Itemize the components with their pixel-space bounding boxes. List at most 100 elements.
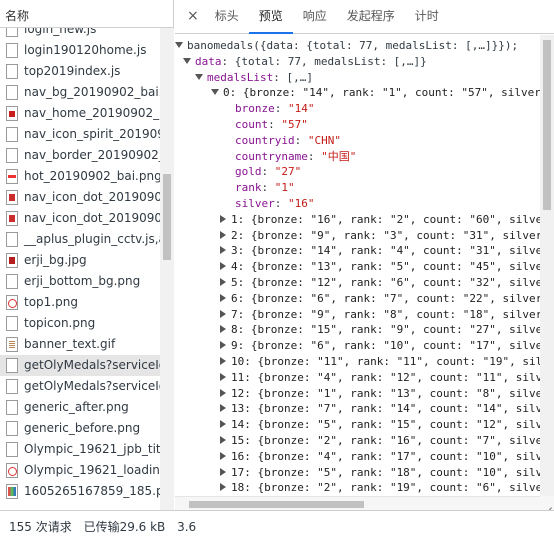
collapse-triangle-icon[interactable]	[220, 388, 226, 397]
tree-data-line[interactable]: data: {total: 77, medalsList: [,…]}	[175, 54, 540, 70]
tree-item-line[interactable]: 6: {bronze: "6", rank: "7", count: "22",…	[175, 291, 540, 307]
request-row[interactable]: hot_20190902_bai.png	[0, 166, 160, 187]
request-list-scrollbar[interactable]	[160, 28, 174, 510]
expand-triangle-icon[interactable]	[183, 57, 191, 64]
item-0-field-bronze[interactable]: bronze: "14"	[175, 101, 540, 117]
preview-vertical-scrollbar[interactable]	[540, 35, 554, 510]
request-row[interactable]: __aplus_plugin_cctv.js,aplus_plugin_aplu…	[0, 229, 160, 250]
item-summary: 15: {bronze: "2", rank: "16", count: "7"…	[231, 433, 540, 447]
collapse-triangle-icon[interactable]	[220, 420, 226, 429]
request-row[interactable]: nav_icon_spirit_20190902_bai.png	[0, 124, 160, 145]
request-row[interactable]: top1.png	[0, 292, 160, 313]
collapse-triangle-icon[interactable]	[220, 451, 226, 460]
request-name: nav_border_20190902_bai.png	[24, 148, 160, 162]
request-row[interactable]: getOlyMedals?serviceId=2022dongaoh5	[0, 355, 160, 376]
request-name: 1605265167859_185.png	[24, 484, 160, 498]
tree-item-line[interactable]: 16: {bronze: "4", rank: "17", count: "10…	[175, 449, 540, 465]
resize-grip-icon[interactable]	[540, 496, 554, 510]
collapse-triangle-icon[interactable]	[220, 483, 226, 492]
request-row[interactable]: generic_after.png	[0, 397, 160, 418]
request-row[interactable]: nav_icon_dot_20190902_bai.png	[0, 187, 160, 208]
request-row[interactable]: banner_text.gif	[0, 334, 160, 355]
request-row[interactable]: nav_icon_dot_20190902_bai.png	[0, 208, 160, 229]
collapse-triangle-icon[interactable]	[220, 404, 226, 413]
request-row[interactable]: Olympic_19621_jpb_title.png	[0, 439, 160, 460]
tab-timing[interactable]: 计时	[405, 0, 449, 33]
tree-item-0-line[interactable]: 0: {bronze: "14", rank: "1", count: "57"…	[175, 85, 540, 101]
collapse-triangle-icon[interactable]	[220, 262, 226, 271]
tab-preview[interactable]: 预览	[248, 0, 293, 34]
field-value: "1"	[274, 181, 295, 195]
field-separator: :	[274, 102, 288, 116]
tree-item-line[interactable]: 5: {bronze: "12", rank: "6", count: "32"…	[175, 275, 540, 291]
tab-headers[interactable]: 标头	[205, 0, 249, 33]
request-row[interactable]: login_new.js	[0, 28, 160, 40]
item-0-summary: 0: {bronze: "14", rank: "1", count: "57"…	[223, 86, 540, 100]
tree-item-line[interactable]: 1: {bronze: "16", rank: "2", count: "60"…	[175, 212, 540, 228]
tree-item-line[interactable]: 14: {bronze: "5", rank: "15", count: "12…	[175, 417, 540, 433]
preview-horizontal-scrollbar-thumb[interactable]	[189, 501, 364, 508]
request-row[interactable]: Olympic_19621_loading.png	[0, 460, 160, 481]
tree-item-line[interactable]: 18: {bronze: "2", rank: "19", count: "6"…	[175, 480, 540, 496]
collapse-triangle-icon[interactable]	[220, 341, 226, 350]
name-column-header[interactable]: 名称	[0, 0, 173, 28]
field-separator: :	[274, 196, 288, 210]
tree-root-line[interactable]: banomedals({data: {total: 77, medalsList…	[175, 38, 540, 54]
request-row[interactable]: top2019index.js	[0, 61, 160, 82]
request-row[interactable]: topicon.png	[0, 313, 160, 334]
item-0-field-countryname[interactable]: countryname: "中国"	[175, 149, 540, 165]
collapse-triangle-icon[interactable]	[220, 356, 226, 365]
close-icon[interactable]: ×	[181, 0, 205, 33]
request-row[interactable]: generic_before.png	[0, 418, 160, 439]
tree-item-line[interactable]: 17: {bronze: "5", rank: "18", count: "10…	[175, 465, 540, 481]
request-row[interactable]: nav_border_20190902_bai.png	[0, 145, 160, 166]
item-0-field-countryid[interactable]: countryid: "CHN"	[175, 133, 540, 149]
request-name: __aplus_plugin_cctv.js,aplus_plugin_aplu…	[24, 232, 160, 246]
request-row[interactable]: getOlyMedals?serviceId=2022dongaoh5	[0, 376, 160, 397]
tree-item-line[interactable]: 12: {bronze: "1", rank: "13", count: "8"…	[175, 386, 540, 402]
tree-item-line[interactable]: 7: {bronze: "9", rank: "8", count: "18",…	[175, 307, 540, 323]
request-row[interactable]: erji_bg.jpg	[0, 250, 160, 271]
collapse-triangle-icon[interactable]	[220, 435, 226, 444]
preview-vertical-scrollbar-thumb[interactable]	[543, 40, 551, 210]
item-0-field-rank[interactable]: rank: "1"	[175, 180, 540, 196]
request-row[interactable]: 1605265167859_185.png	[0, 481, 160, 502]
collapse-triangle-icon[interactable]	[220, 467, 226, 476]
file-icon	[6, 337, 18, 352]
expand-triangle-icon[interactable]	[195, 73, 203, 80]
tree-item-line[interactable]: 9: {bronze: "6", rank: "10", count: "17"…	[175, 338, 540, 354]
tree-medals-line[interactable]: medalsList: [,…]	[175, 70, 540, 86]
expand-triangle-icon[interactable]	[175, 42, 183, 48]
collapse-triangle-icon[interactable]	[220, 325, 226, 334]
file-icon	[6, 316, 18, 331]
request-row[interactable]: nav_bg_20190902_bai.jpg	[0, 82, 160, 103]
request-row[interactable]: nav_home_20190902_bai.png	[0, 103, 160, 124]
request-row[interactable]: erji_bottom_bg.png	[0, 271, 160, 292]
tab-initiator[interactable]: 发起程序	[337, 0, 405, 33]
tree-item-line[interactable]: 13: {bronze: "7", rank: "14", count: "14…	[175, 401, 540, 417]
collapse-triangle-icon[interactable]	[220, 309, 226, 318]
request-list-scrollbar-thumb[interactable]	[163, 174, 171, 260]
collapse-triangle-icon[interactable]	[220, 246, 226, 255]
request-row[interactable]: login190120home.js	[0, 40, 160, 61]
tab-response[interactable]: 响应	[293, 0, 337, 33]
tree-item-line[interactable]: 10: {bronze: "11", rank: "11", count: "1…	[175, 354, 540, 370]
tree-item-line[interactable]: 15: {bronze: "2", rank: "16", count: "7"…	[175, 433, 540, 449]
tree-item-line[interactable]: 8: {bronze: "15", rank: "9", count: "27"…	[175, 322, 540, 338]
preview-horizontal-scrollbar[interactable]	[175, 496, 540, 510]
collapse-triangle-icon[interactable]	[220, 230, 226, 239]
tree-item-line[interactable]: 3: {bronze: "14", rank: "4", count: "31"…	[175, 243, 540, 259]
expand-triangle-icon[interactable]	[211, 89, 219, 96]
item-0-field-gold[interactable]: gold: "27"	[175, 164, 540, 180]
request-list-panel: 名称 login_new.js login190120home.js top2019…	[0, 0, 174, 540]
tree-item-line[interactable]: 11: {bronze: "4", rank: "12", count: "11…	[175, 370, 540, 386]
collapse-triangle-icon[interactable]	[220, 214, 226, 223]
collapse-triangle-icon[interactable]	[220, 372, 226, 381]
item-0-field-silver[interactable]: silver: "16"	[175, 196, 540, 212]
tree-item-line[interactable]: 2: {bronze: "9", rank: "3", count: "31",…	[175, 228, 540, 244]
item-summary: 13: {bronze: "7", rank: "14", count: "14…	[231, 402, 540, 416]
collapse-triangle-icon[interactable]	[220, 277, 226, 286]
item-0-field-count[interactable]: count: "57"	[175, 117, 540, 133]
tree-item-line[interactable]: 4: {bronze: "13", rank: "5", count: "45"…	[175, 259, 540, 275]
collapse-triangle-icon[interactable]	[220, 293, 226, 302]
